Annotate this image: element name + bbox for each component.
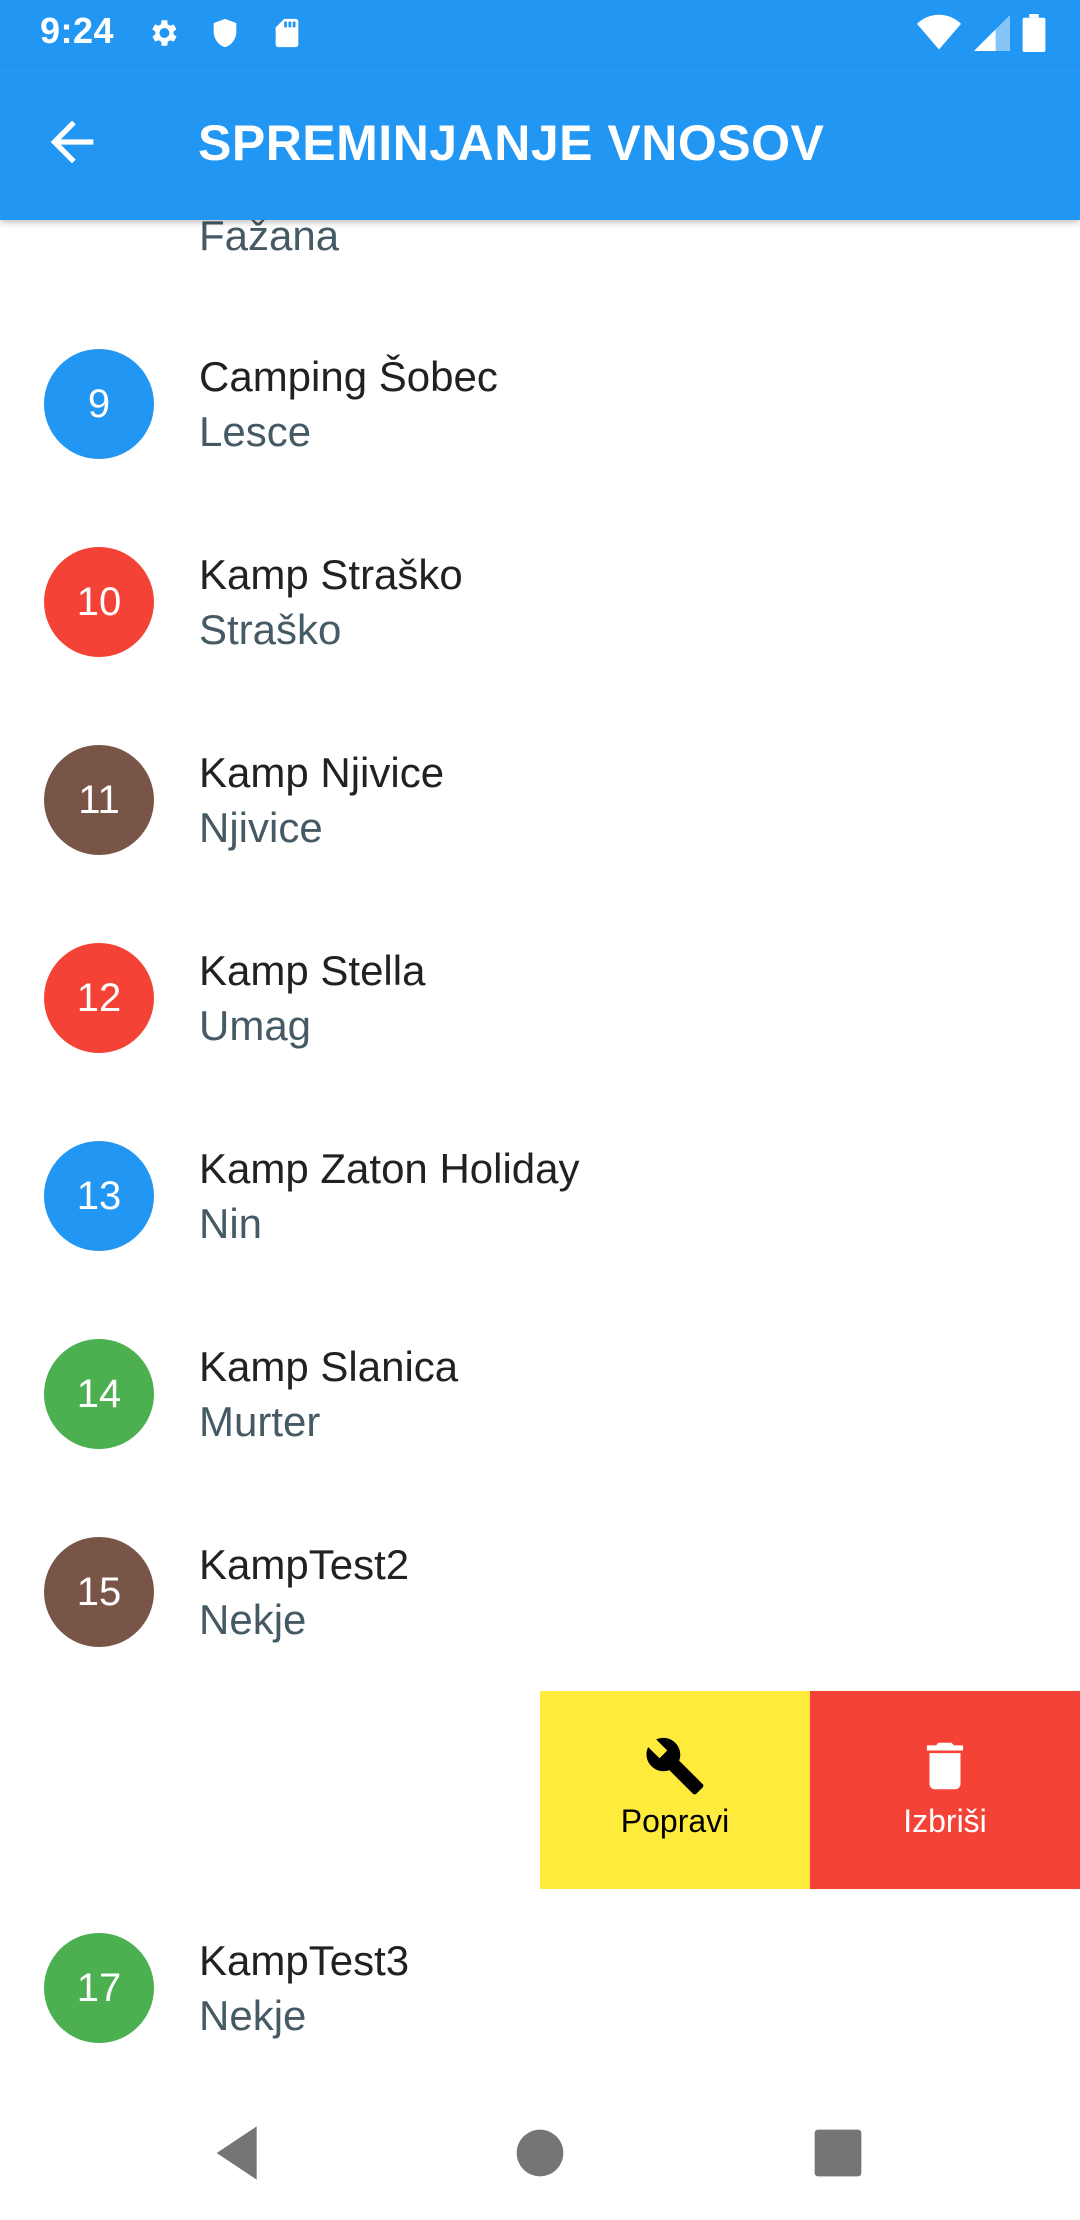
list-item[interactable]: 15 KampTest2 Nekje [0, 1493, 1080, 1691]
status-bar: 9:24 [0, 0, 1080, 66]
item-place: Nekje [199, 1992, 307, 2039]
list-item[interactable]: 17 KampTest3 Nekje [0, 1889, 1080, 2087]
list-item[interactable]: 12 Kamp Stella Umag [0, 899, 1080, 1097]
item-number-avatar: 14 [44, 1339, 154, 1449]
edit-label: Popravi [620, 1803, 730, 1839]
item-number-avatar: 17 [44, 1933, 154, 2043]
list-item[interactable]: 9 Camping Šobec Lesce [0, 305, 1080, 503]
item-place: Umag [199, 1002, 312, 1049]
item-number-avatar: 10 [44, 547, 154, 657]
item-place: Nin [199, 1200, 263, 1247]
back-triangle-icon[interactable] [200, 2113, 280, 2193]
battery-icon [1022, 14, 1046, 52]
item-name: KampTest3 [199, 1937, 410, 1984]
status-time: 9:24 [40, 10, 115, 51]
item-place: Nekje [199, 1596, 307, 1643]
system-nav-bar [0, 2085, 1080, 2220]
item-number-avatar: 9 [44, 349, 154, 459]
list-item[interactable]: 13 Kamp Zaton Holiday Nin [0, 1097, 1080, 1295]
item-number-avatar: 13 [44, 1141, 154, 1251]
arrow-back-icon[interactable] [40, 110, 104, 174]
item-number-avatar: 12 [44, 943, 154, 1053]
item-place: Murter [199, 1398, 321, 1445]
item-number-avatar: 11 [44, 745, 154, 855]
item-name: Kamp Zaton Holiday [199, 1145, 580, 1192]
list-item[interactable]: 14 Kamp Slanica Murter [0, 1295, 1080, 1493]
item-place: Njivice [199, 804, 323, 851]
app-bar: SPREMINJANJE VNOSOV [0, 66, 1080, 220]
page-title: SPREMINJANJE VNOSOV [198, 115, 825, 171]
item-name: Kamp Stella [199, 947, 426, 994]
edit-button[interactable]: Popravi [540, 1691, 810, 1889]
item-name: Camping Šobec [199, 353, 498, 400]
item-name: Kamp Slanica [199, 1343, 459, 1390]
signal-icon [973, 15, 1010, 51]
home-circle-icon[interactable] [500, 2113, 580, 2193]
item-name: Kamp Straško [199, 551, 463, 598]
wifi-icon [917, 14, 962, 50]
wrench-icon [646, 1737, 704, 1795]
item-number-avatar: 15 [44, 1537, 154, 1647]
list-item[interactable]: 11 Kamp Njivice Njivice [0, 701, 1080, 899]
recents-square-icon[interactable] [798, 2113, 878, 2193]
trash-icon [926, 1742, 964, 1790]
gear-icon [152, 20, 177, 46]
item-name: KampTest2 [199, 1541, 410, 1588]
shield-icon [213, 18, 237, 48]
list-item[interactable]: 10 Kamp Straško Straško [0, 503, 1080, 701]
item-place: Straško [199, 606, 342, 653]
sd-card-icon [275, 18, 299, 48]
item-place: Lesce [199, 408, 312, 455]
item-name: Kamp Njivice [199, 749, 445, 796]
status-right-icons [909, 14, 1046, 52]
delete-button[interactable]: Izbriši [810, 1691, 1080, 1889]
delete-label: Izbriši [903, 1803, 987, 1839]
